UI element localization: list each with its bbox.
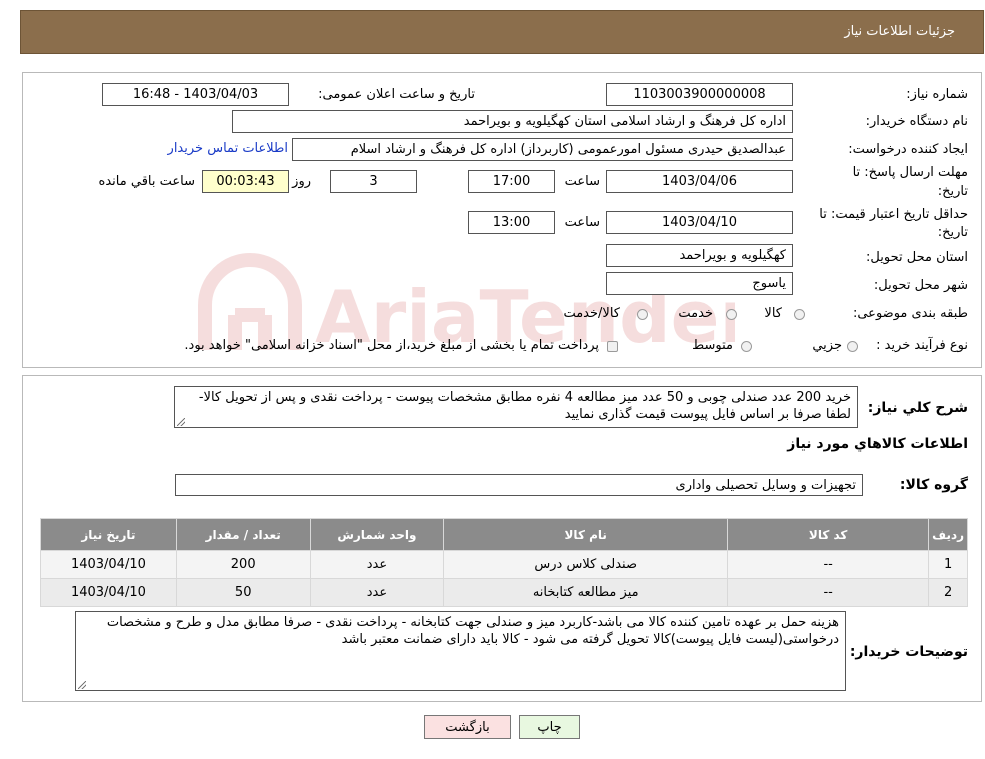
page-header: جزئیات اطلاعات نیاز: [20, 10, 984, 54]
cell-quantity: 200: [175, 550, 311, 579]
cell-goods-code: --: [727, 578, 930, 607]
col-row-number: رديف: [928, 518, 968, 551]
cell-goods-name: صندلی کلاس درس: [443, 550, 729, 579]
treasury-payment-note: پرداخت تمام یا بخشی از مبلغ خرید،از محل …: [184, 338, 599, 353]
remaining-label: ساعت باقي مانده: [98, 174, 195, 189]
goods-group-label: گروه کالا:: [899, 477, 968, 493]
resize-handle-icon[interactable]: [177, 418, 185, 426]
cell-need-date: 1403/04/10: [40, 578, 177, 607]
page-title: جزئیات اطلاعات نیاز: [844, 24, 955, 39]
cell-goods-name: میز مطالعه کتابخانه: [443, 578, 729, 607]
announce-field: 1403/04/03 - 16:48: [102, 83, 289, 106]
col-need-date: تاریخ نیاز: [40, 518, 177, 551]
buyer-notes-text: هزینه حمل بر عهده تامین کننده کالا می با…: [106, 615, 839, 647]
validity-time-label: ساعت: [564, 215, 600, 230]
cell-quantity: 50: [175, 578, 311, 607]
buyer-org-field: اداره کل فرهنگ و ارشاد اسلامی استان کهگی…: [232, 110, 793, 133]
cell-row-number: 1: [928, 550, 968, 579]
col-goods-code: کد کالا: [727, 518, 930, 551]
process-minor-radio[interactable]: [847, 341, 858, 352]
deadline-label-date: تاریخ:: [937, 184, 968, 199]
deadline-date-field: 1403/04/06: [606, 170, 793, 193]
remaining-time-field: 00:03:43: [202, 170, 289, 193]
cell-goods-code: --: [727, 550, 930, 579]
buyer-org-label: نام دستگاه خریدار:: [865, 114, 968, 129]
process-medium-radio[interactable]: [741, 341, 752, 352]
days-field: 3: [330, 170, 417, 193]
validity-time-field: 13:00: [468, 211, 555, 234]
back-button[interactable]: بازگشت: [424, 715, 511, 739]
category-goods-label: کالا: [764, 306, 782, 321]
cell-need-date: 1403/04/10: [40, 550, 177, 579]
province-label: استان محل تحویل:: [866, 250, 968, 265]
print-button[interactable]: چاپ: [519, 715, 580, 739]
validity-date-field: 1403/04/10: [606, 211, 793, 234]
deadline-time-field: 17:00: [468, 170, 555, 193]
validity-label: حداقل تاریخ اعتبار قیمت: تا: [819, 207, 968, 222]
buyer-contact-link[interactable]: اطلاعات تماس خریدار: [168, 141, 288, 156]
need-number-label: شماره نیاز:: [906, 87, 968, 102]
cell-row-number: 2: [928, 578, 968, 607]
buyer-notes-textarea[interactable]: هزینه حمل بر عهده تامین کننده کالا می با…: [75, 611, 846, 691]
col-quantity: تعداد / مقدار: [175, 518, 311, 551]
description-textarea[interactable]: خرید 200 عدد صندلی چوبی و 50 عدد میز مطا…: [174, 386, 858, 428]
description-text: خرید 200 عدد صندلی چوبی و 50 عدد میز مطا…: [198, 390, 851, 422]
deadline-time-label: ساعت: [564, 174, 600, 189]
category-goods-service-radio[interactable]: [637, 309, 648, 320]
validity-label-date: تاریخ:: [937, 225, 968, 240]
watermark-emblem: [198, 253, 302, 350]
category-goods-service-label: کالا/خدمت: [563, 306, 620, 321]
description-label: شرح کلي نياز:: [867, 400, 968, 416]
category-service-label: خدمت: [678, 306, 713, 321]
cell-unit: عدد: [309, 578, 445, 607]
process-minor-label: جزیي: [812, 338, 842, 353]
goods-table-header: رديف کد کالا نام کالا واحد شمارش تعداد /…: [40, 518, 968, 551]
treasury-payment-checkbox[interactable]: [607, 341, 618, 352]
category-label: طبقه بندی موضوعی:: [852, 306, 968, 321]
col-unit: واحد شمارش: [309, 518, 445, 551]
table-row: 1 -- صندلی کلاس درس عدد 200 1403/04/10: [40, 550, 968, 579]
resize-handle-icon[interactable]: [78, 681, 86, 689]
requester-field: عبدالصدیق حیدری مسئول امورعمومی (کاربردا…: [292, 138, 793, 161]
goods-table: رديف کد کالا نام کالا واحد شمارش تعداد /…: [40, 518, 968, 607]
category-goods-radio[interactable]: [794, 309, 805, 320]
province-field: کهگیلویه و بویراحمد: [606, 244, 793, 267]
goods-group-field: تجهیزات و وسایل تحصیلی واداری: [175, 474, 863, 496]
goods-info-title: اطلاعات کالاهاي مورد نياز: [787, 436, 968, 452]
category-service-radio[interactable]: [726, 309, 737, 320]
buyer-notes-label: توضیحات خریدار:: [849, 644, 968, 660]
need-number-field: 1103003900000008: [606, 83, 793, 106]
deadline-label: مهلت ارسال پاسخ: تا: [852, 165, 968, 180]
col-goods-name: نام کالا: [443, 518, 729, 551]
city-field: یاسوج: [606, 272, 793, 295]
city-label: شهر محل تحویل:: [873, 278, 968, 293]
announce-label: تاریخ و ساعت اعلان عمومی:: [318, 87, 475, 102]
requester-label: ایجاد کننده درخواست:: [848, 142, 968, 157]
process-label: نوع فرآیند خرید :: [876, 338, 968, 353]
cell-unit: عدد: [309, 550, 445, 579]
process-medium-label: متوسط: [692, 338, 733, 353]
table-row: 2 -- میز مطالعه کتابخانه عدد 50 1403/04/…: [40, 578, 968, 607]
